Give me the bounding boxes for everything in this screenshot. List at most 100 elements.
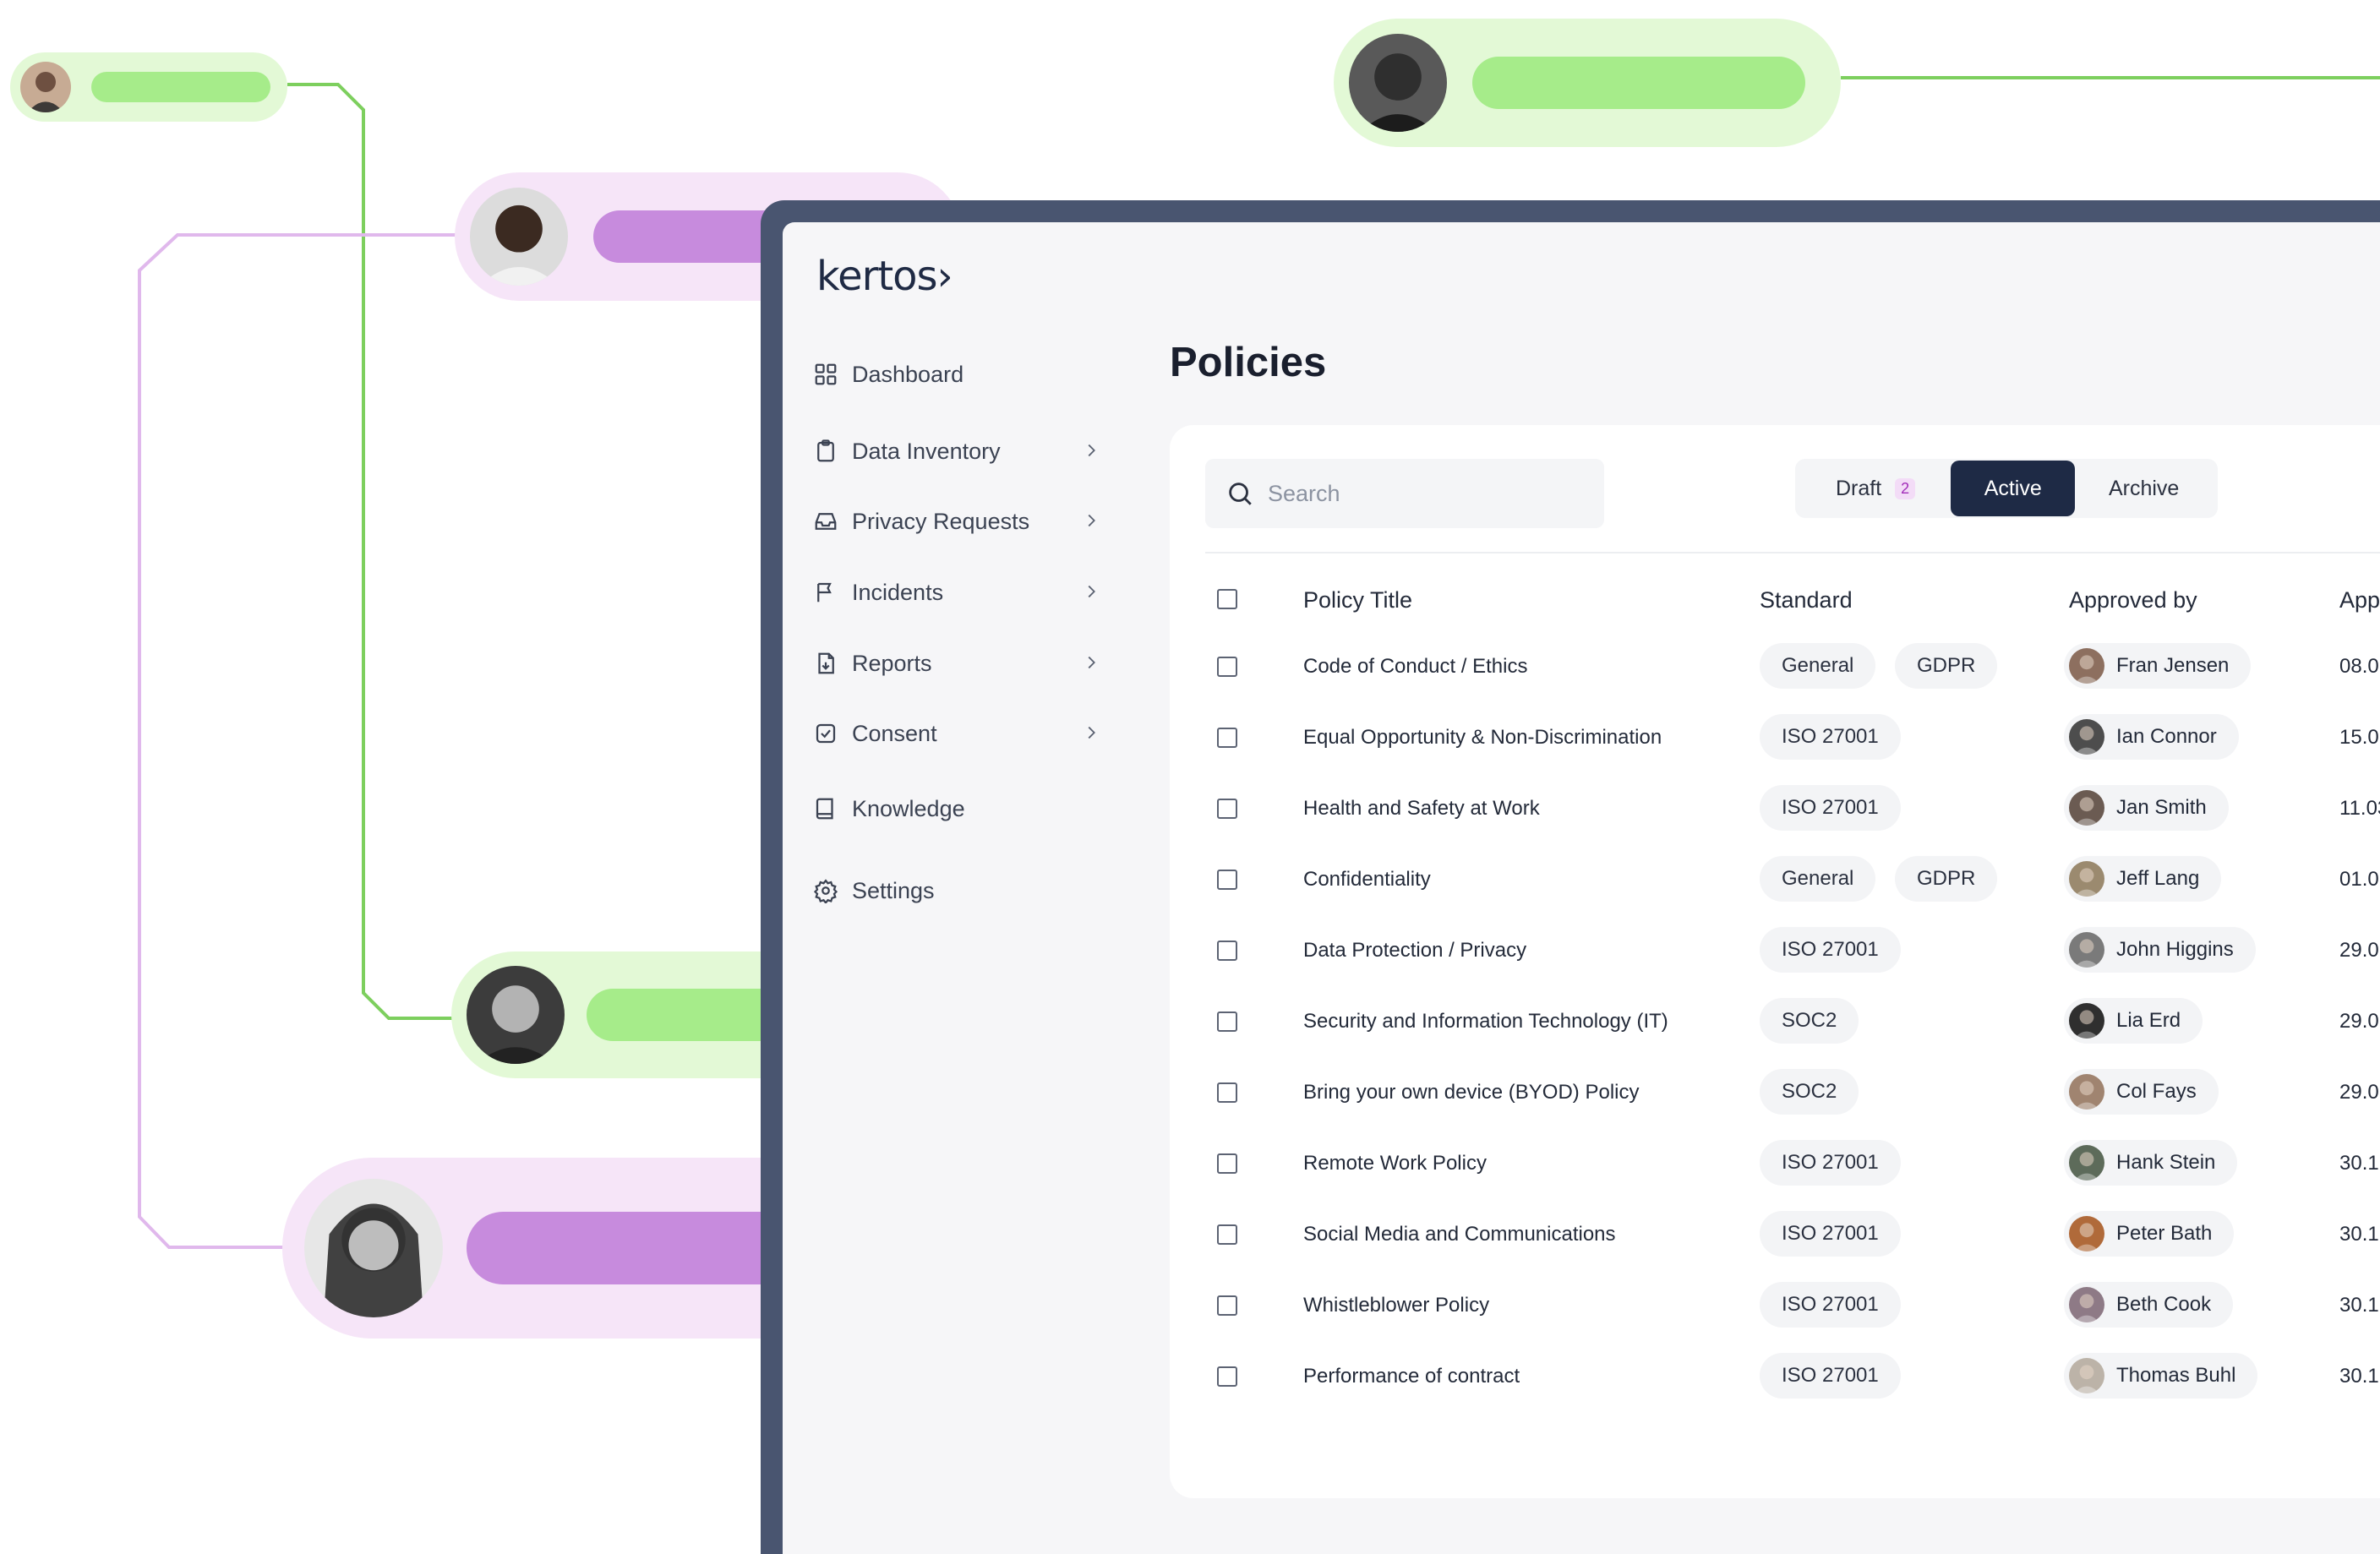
approver-name: Peter Bath [2116,1222,2213,1245]
tab-active[interactable]: Active [1951,461,2076,516]
approver-name: Col Fays [2116,1080,2197,1103]
sidebar-item-dashboard[interactable]: Dashboard [813,349,1100,400]
row-checkbox[interactable] [1217,870,1237,890]
policy-title: Social Media and Communications [1303,1223,1616,1246]
search-box[interactable] [1205,459,1604,528]
approval-date: 08.0 [2339,655,2379,678]
user-pill-1 [10,52,287,122]
approver-avatar [2069,1145,2104,1180]
sidebar-item-knowledge[interactable]: Knowledge [813,783,1100,834]
approver-chip: Ian Connor [2064,714,2239,760]
standard-chip: ISO 27001 [1760,1282,1901,1328]
avatar [304,1179,443,1317]
policy-title: Whistleblower Policy [1303,1294,1490,1317]
column-header-approved-by: Approved by [2069,587,2197,613]
row-checkbox[interactable] [1217,799,1237,819]
standard-chip: ISO 27001 [1760,785,1901,831]
approver-avatar [2069,1216,2104,1251]
sidebar-item-data-inventory[interactable]: Data Inventory [813,426,1100,477]
sidebar-item-label: Knowledge [852,795,965,821]
row-checkbox[interactable] [1217,1153,1237,1174]
row-checkbox[interactable] [1217,657,1237,677]
approval-date: 01.0 [2339,868,2379,891]
tab-draft[interactable]: Draft 2 [1800,461,1951,516]
policy-title: Data Protection / Privacy [1303,939,1527,962]
row-checkbox[interactable] [1217,1224,1237,1245]
sidebar-item-consent[interactable]: Consent [813,708,1100,759]
approval-date: 15.0 [2339,726,2379,749]
name-placeholder-bar [1472,57,1805,109]
approver-chip: Hank Stein [2064,1140,2238,1186]
name-placeholder-bar [91,72,270,102]
clipboard-icon [817,439,834,462]
approver-avatar [2069,1358,2104,1393]
policy-title: Equal Opportunity & Non-Discrimination [1303,726,1662,749]
policy-title: Performance of contract [1303,1365,1520,1388]
approver-chip: Beth Cook [2064,1282,2234,1328]
app-window: kertos› Dashboard Data Inventory Privacy… [761,200,2380,1554]
standard-chip: ISO 27001 [1760,1211,1901,1257]
tab-archive[interactable]: Archive [2075,461,2213,516]
chevron-right-icon [1088,444,1095,457]
approver-name: John Higgins [2116,938,2234,961]
approver-avatar [2069,719,2104,755]
approver-chip: Jeff Lang [2064,856,2222,902]
sidebar-item-label: Incidents [852,579,944,605]
policy-title: Health and Safety at Work [1303,797,1540,820]
policies-panel: Draft 2 Active Archive Policy Title Stan… [1170,425,2380,1498]
grid-icon [815,363,837,385]
connector-purple-1 [138,233,456,1249]
search-input[interactable] [1266,479,1591,508]
chevron-right-icon [1088,726,1095,739]
row-checkbox[interactable] [1217,1011,1237,1032]
approver-name: Ian Connor [2116,725,2217,748]
sidebar-item-label: Settings [852,877,935,903]
approver-avatar [2069,790,2104,826]
approver-chip: John Higgins [2064,927,2256,973]
row-checkbox[interactable] [1217,1082,1237,1103]
sidebar-item-reports[interactable]: Reports [813,638,1100,689]
status-tabs: Draft 2 Active Archive [1795,459,2218,518]
policy-title: Bring your own device (BYOD) Policy [1303,1081,1640,1104]
column-header-standard: Standard [1760,587,1853,613]
select-all-checkbox[interactable] [1217,589,1237,609]
column-header-approval-date: App [2339,587,2380,613]
standard-chip: ISO 27001 [1760,1353,1901,1399]
policy-title: Code of Conduct / Ethics [1303,655,1528,678]
standard-chip: GDPR [1895,856,1998,902]
app-content: kertos› Dashboard Data Inventory Privacy… [783,222,2380,1554]
approver-chip: Jan Smith [2064,785,2229,831]
row-checkbox[interactable] [1217,941,1237,961]
policy-title: Confidentiality [1303,868,1431,891]
inbox-icon [815,513,837,530]
row-checkbox[interactable] [1217,1366,1237,1387]
sidebar-item-incidents[interactable]: Incidents [813,567,1100,618]
check-square-icon [816,723,836,744]
approver-avatar [2069,648,2104,684]
standard-chip: ISO 27001 [1760,1140,1901,1186]
standard-chip: SOC2 [1760,998,1859,1044]
approval-date: 30.1 [2339,1365,2379,1388]
standard-chip: General [1760,856,1876,902]
approver-avatar [2069,1074,2104,1110]
approver-chip: Thomas Buhl [2064,1353,2258,1399]
tab-label: Draft [1835,476,1882,500]
approver-avatar [2069,861,2104,897]
row-checkbox[interactable] [1217,728,1237,748]
flag-icon [817,582,832,603]
row-checkbox[interactable] [1217,1295,1237,1316]
sidebar-item-privacy-requests[interactable]: Privacy Requests [813,496,1100,547]
approver-chip: Peter Bath [2064,1211,2235,1257]
sidebar-item-settings[interactable]: Settings [813,865,1100,916]
approver-name: Jeff Lang [2116,867,2200,890]
approval-date: 30.1 [2339,1152,2379,1175]
column-header-policy-title: Policy Title [1303,587,1413,613]
approver-avatar [2069,1287,2104,1322]
sidebar-item-label: Reports [852,650,932,676]
divider [1205,552,2380,553]
canvas: kertos› Dashboard Data Inventory Privacy… [0,0,2380,1554]
approver-name: Thomas Buhl [2116,1364,2236,1387]
approver-chip: Col Fays [2064,1069,2219,1115]
sidebar-item-label: Data Inventory [852,438,1001,464]
avatar [470,188,568,286]
